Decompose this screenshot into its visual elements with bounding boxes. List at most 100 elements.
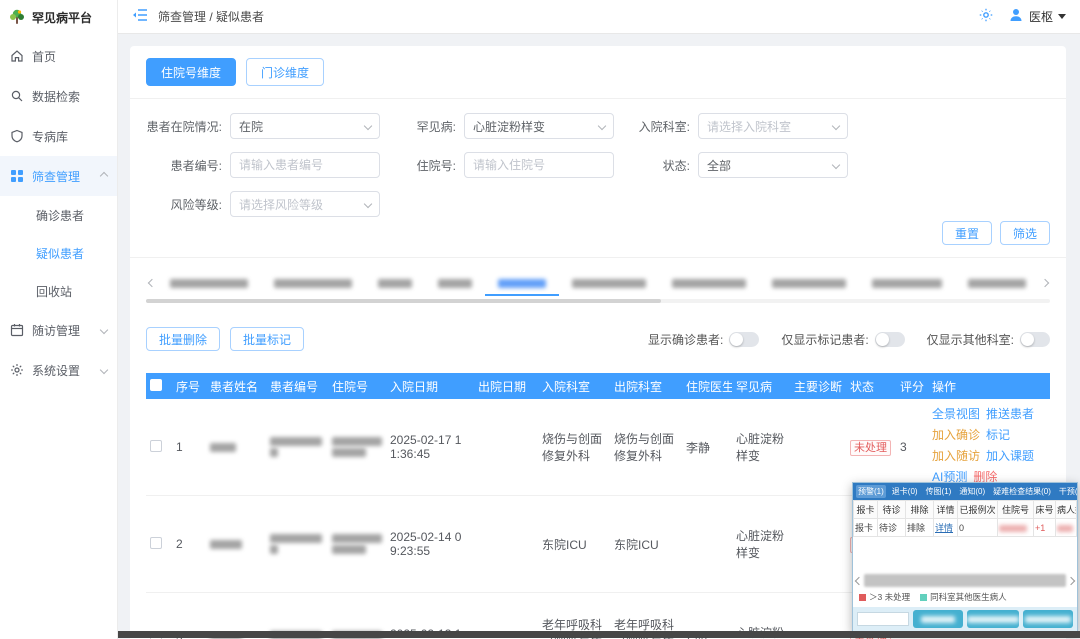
- sidebar-item-home[interactable]: 首页: [0, 36, 117, 76]
- tab-outpatient-dimension[interactable]: 门诊维度: [246, 58, 324, 86]
- chevron-down-icon: [832, 161, 840, 169]
- popup-redacted-strip: [856, 574, 1074, 587]
- in-hospital-select[interactable]: 在院: [230, 113, 380, 139]
- toggle-only-marked[interactable]: [875, 332, 905, 347]
- sidebar-item-screening[interactable]: 筛查管理: [0, 156, 117, 196]
- action-push-patient[interactable]: 推送患者: [986, 405, 1034, 424]
- action-add-followup[interactable]: 加入随访: [932, 447, 980, 466]
- action-add-confirmed[interactable]: 加入确诊: [932, 426, 980, 445]
- disease-tab-redacted[interactable]: [425, 270, 485, 296]
- legend-teal-square: [920, 594, 927, 601]
- disease-tab-bar: [146, 270, 1050, 296]
- legend-red-square: [859, 594, 866, 601]
- redacted-hosp-id: [332, 437, 382, 446]
- popup-button-redacted[interactable]: [1023, 610, 1073, 628]
- in-hospital-label: 患者在院情况:: [146, 118, 230, 135]
- filter-button[interactable]: 筛选: [1000, 221, 1050, 245]
- sidebar-item-suspected-patients[interactable]: 疑似患者: [0, 234, 117, 272]
- toggle-other-dept-label: 仅显示其他科室:: [927, 331, 1014, 348]
- redacted-hosp-id: [332, 545, 366, 554]
- user-menu[interactable]: 医枢: [1008, 7, 1066, 26]
- batch-mark-button[interactable]: 批量标记: [230, 327, 304, 351]
- caret-down-icon: [1058, 14, 1066, 19]
- settings-gear-icon[interactable]: [978, 7, 994, 26]
- disease-tab-active-redacted[interactable]: [485, 270, 559, 296]
- disease-tab-redacted[interactable]: [261, 270, 365, 296]
- sidebar-item-confirmed-patients[interactable]: 确诊患者: [0, 196, 117, 234]
- toggle-only-marked-label: 仅显示标记患者:: [781, 331, 868, 348]
- sidebar-item-recycle-bin[interactable]: 回收站: [0, 272, 117, 310]
- dimension-tabs: 住院号维度 门诊维度: [146, 58, 1050, 86]
- action-mark[interactable]: 标记: [986, 426, 1010, 445]
- redacted-hosp-id: [332, 534, 382, 543]
- app-logo: 罕见病平台: [0, 0, 117, 36]
- tab-inpatient-dimension[interactable]: 住院号维度: [146, 58, 236, 86]
- redacted-patient-id: [270, 534, 322, 543]
- popup-exclude-link[interactable]: 排除: [906, 519, 934, 537]
- row-checkbox[interactable]: [150, 537, 162, 549]
- grid-icon: [10, 169, 24, 183]
- risk-level-select[interactable]: 请选择风险等级: [230, 191, 380, 217]
- tabs-scrollbar[interactable]: [146, 299, 1050, 303]
- popup-report-link[interactable]: 报卡: [854, 519, 878, 537]
- reset-button[interactable]: 重置: [942, 221, 992, 245]
- hosp-id-input[interactable]: [464, 152, 614, 178]
- select-all-checkbox[interactable]: [150, 379, 162, 391]
- disease-tab-redacted[interactable]: [955, 270, 1039, 296]
- tabs-scroll-left-icon[interactable]: [146, 280, 157, 286]
- sidebar-item-disease-library[interactable]: 专病库: [0, 116, 117, 156]
- popup-tab-warning[interactable]: 预警(1): [856, 485, 886, 498]
- toggle-show-confirmed[interactable]: [729, 332, 759, 347]
- risk-level-label: 风险等级:: [146, 196, 230, 213]
- popup-table: 报卡 待诊 排除 详情 已报例次 住院号 床号 病人姓 报卡 待诊 排除 详情 …: [853, 500, 1077, 537]
- patient-id-input[interactable]: [230, 152, 380, 178]
- chevron-up-icon: [100, 172, 108, 180]
- action-panorama[interactable]: 全景视图: [932, 405, 980, 424]
- admit-dept-select[interactable]: 请选择入院科室: [698, 113, 848, 139]
- app-title: 罕见病平台: [32, 9, 92, 26]
- popup-legend: ＞3 未处理 同科室其他医生病人: [853, 587, 1077, 607]
- popup-body: [853, 537, 1077, 574]
- toggle-other-dept[interactable]: [1020, 332, 1050, 347]
- admit-dept-label: 入院科室:: [614, 118, 698, 135]
- disease-tab-redacted[interactable]: [559, 270, 659, 296]
- rare-disease-label: 罕见病:: [380, 118, 464, 135]
- popup-tab-exam-results[interactable]: 疑难检查结果(0): [991, 485, 1053, 498]
- alert-popup: 预警(1) 退卡(0) 传图(1) 通知(0) 疑难检查结果(0) 干预(0) …: [852, 482, 1078, 632]
- popup-detail-link[interactable]: 详情: [934, 519, 958, 537]
- sidebar-item-settings[interactable]: 系统设置: [0, 350, 117, 390]
- batch-delete-button[interactable]: 批量删除: [146, 327, 220, 351]
- patient-id-label: 患者编号:: [146, 157, 230, 174]
- sidebar: 罕见病平台 首页 数据检索 专病库 筛查管理 确诊患者 疑似患者 回收站: [0, 0, 118, 639]
- popup-tab-transfer[interactable]: 传图(1): [924, 485, 954, 498]
- popup-tab-notice[interactable]: 通知(0): [957, 485, 987, 498]
- chevron-left-icon[interactable]: [855, 576, 863, 584]
- breadcrumb: 筛查管理 / 疑似患者: [158, 8, 264, 25]
- disease-tab-redacted[interactable]: [365, 270, 425, 296]
- redacted-patient-name: [210, 540, 242, 549]
- redacted-patient-name: [1057, 525, 1073, 532]
- popup-button-redacted[interactable]: [967, 610, 1019, 628]
- row-checkbox[interactable]: [150, 440, 162, 452]
- action-add-project[interactable]: 加入课题: [986, 447, 1034, 466]
- popup-tab-return-card[interactable]: 退卡(0): [890, 485, 920, 498]
- sidebar-item-followup[interactable]: 随访管理: [0, 310, 117, 350]
- popup-input[interactable]: [857, 612, 909, 626]
- disease-tab-redacted[interactable]: [759, 270, 859, 296]
- popup-tab-intervene[interactable]: 干预(0): [1057, 485, 1077, 498]
- rare-disease-select[interactable]: 心脏淀粉样变: [464, 113, 614, 139]
- divider: [130, 257, 1066, 258]
- popup-button-redacted[interactable]: [913, 610, 963, 628]
- disease-tab-redacted[interactable]: [659, 270, 759, 296]
- status-label: 状态:: [614, 157, 698, 174]
- chevron-down-icon: [598, 122, 606, 130]
- tabs-scroll-right-icon[interactable]: [1039, 280, 1050, 286]
- disease-tab-redacted[interactable]: [859, 270, 955, 296]
- collapse-menu-icon[interactable]: [132, 8, 148, 25]
- sidebar-item-data-search[interactable]: 数据检索: [0, 76, 117, 116]
- disease-tab-redacted[interactable]: [157, 270, 261, 296]
- popup-wait-link[interactable]: 待诊: [878, 519, 906, 537]
- status-select[interactable]: 全部: [698, 152, 848, 178]
- popup-report-count: 0: [958, 519, 998, 537]
- chevron-right-icon[interactable]: [1067, 576, 1075, 584]
